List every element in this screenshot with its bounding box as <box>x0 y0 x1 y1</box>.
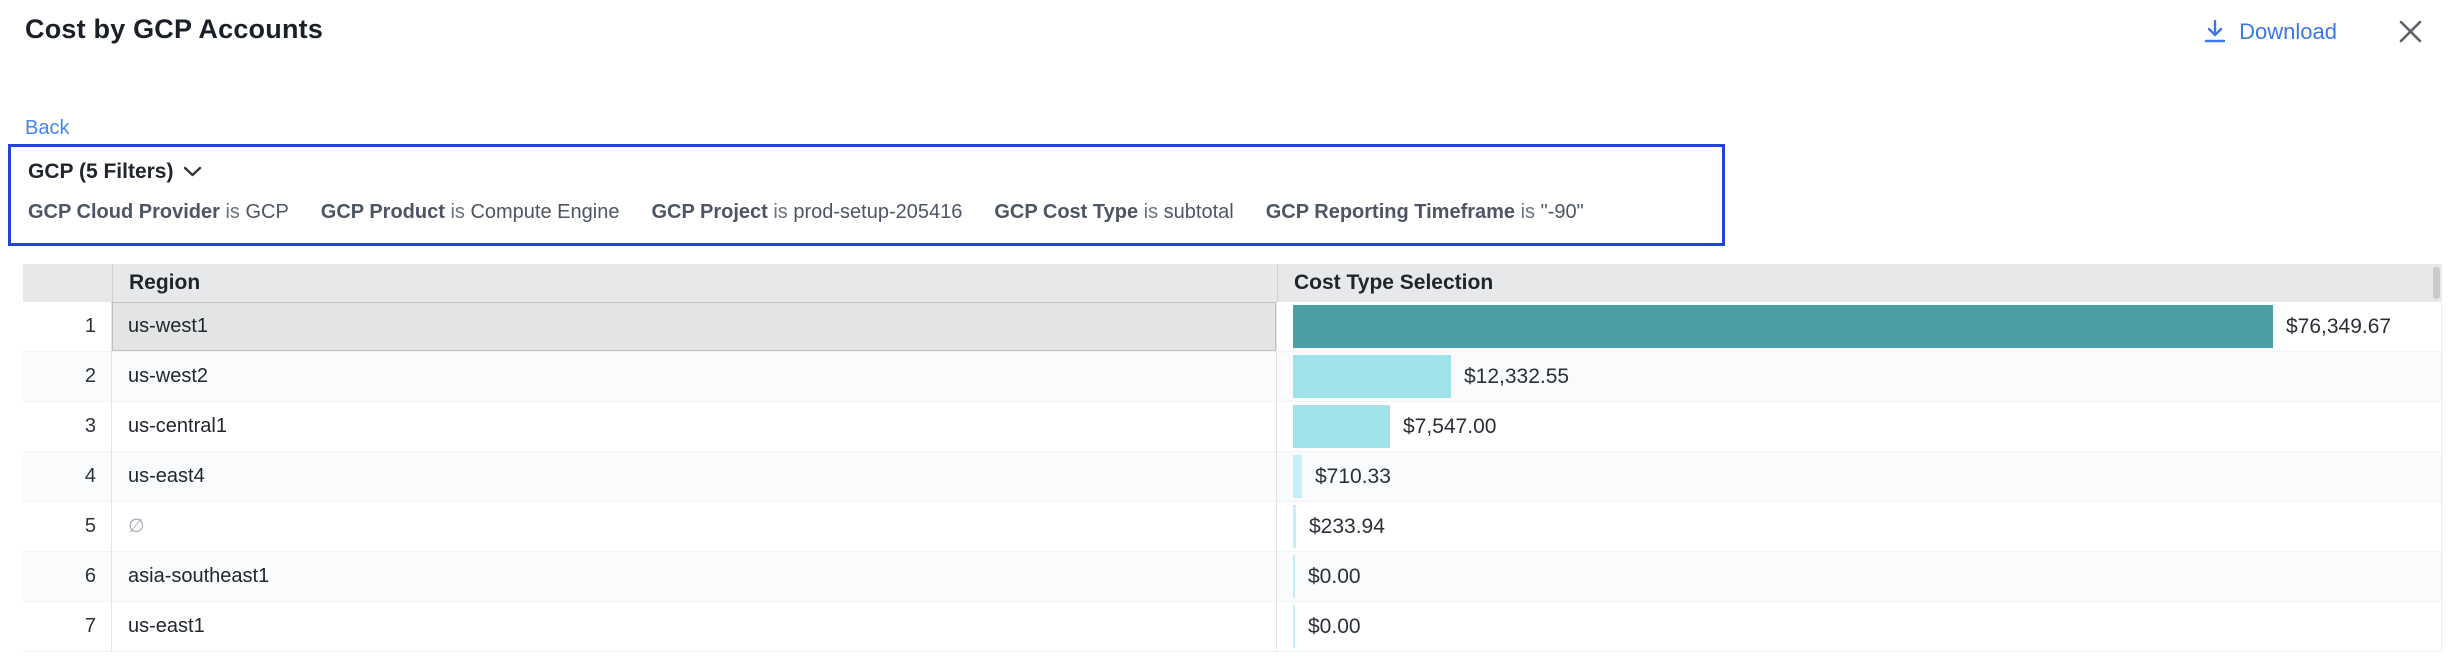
cost-bar-cell[interactable]: $0.00 <box>1277 552 2442 602</box>
page-title: Cost by GCP Accounts <box>25 14 2203 45</box>
row-number-cell[interactable]: 2 <box>23 352 112 402</box>
row-number-cell[interactable]: 5 <box>23 502 112 552</box>
table-row: 5 ∅ $233.94 <box>23 502 2442 552</box>
cost-value-label: $76,349.67 <box>2286 315 2391 339</box>
row-number-cell[interactable]: 1 <box>23 302 112 352</box>
region-cell[interactable]: us-east4 <box>112 452 1277 502</box>
filter-list: GCP Cloud Provider is GCP GCP Product is … <box>28 201 1722 224</box>
chevron-down-icon <box>183 166 202 178</box>
cost-table: Region Cost Type Selection 1 us-west1 $7… <box>23 264 2442 652</box>
filters-panel: GCP (5 Filters) GCP Cloud Provider is GC… <box>8 144 1725 246</box>
table-row: 7 us-east1 $0.00 <box>23 602 2442 652</box>
cost-bar <box>1293 405 1390 448</box>
filter-item[interactable]: GCP Project is prod-setup-205416 <box>651 201 962 224</box>
cost-bar <box>1293 505 1296 548</box>
download-icon <box>2203 19 2227 45</box>
table-right-edge <box>2441 264 2442 652</box>
close-button[interactable] <box>2395 16 2426 47</box>
cost-bar-cell[interactable]: $0.00 <box>1277 602 2442 652</box>
close-icon <box>2397 18 2424 45</box>
region-cell[interactable]: us-west2 <box>112 352 1277 402</box>
region-column-header[interactable]: Region <box>112 264 1277 302</box>
cost-bar <box>1293 605 1295 648</box>
cost-bar-cell[interactable]: $7,547.00 <box>1277 402 2442 452</box>
cost-bar <box>1293 355 1451 398</box>
table-row: 6 asia-southeast1 $0.00 <box>23 552 2442 602</box>
modal-header: Cost by GCP Accounts Download <box>0 0 2448 47</box>
table-row: 4 us-east4 $710.33 <box>23 452 2442 502</box>
filter-summary-label: GCP (5 Filters) <box>28 160 173 184</box>
cost-value-label: $0.00 <box>1308 615 1361 639</box>
filter-item[interactable]: GCP Product is Compute Engine <box>321 201 620 224</box>
row-number-cell[interactable]: 3 <box>23 402 112 452</box>
cost-bar <box>1293 455 1302 498</box>
table-row: 1 us-west1 $76,349.67 <box>23 302 2442 352</box>
cost-value-label: $7,547.00 <box>1403 415 1496 439</box>
region-cell[interactable]: us-central1 <box>112 402 1277 452</box>
cost-value-label: $12,332.55 <box>1464 365 1569 389</box>
region-cell[interactable]: us-east1 <box>112 602 1277 652</box>
table-row: 2 us-west2 $12,332.55 <box>23 352 2442 402</box>
region-cell[interactable]: ∅ <box>112 502 1277 552</box>
cost-value-label: $710.33 <box>1315 465 1391 489</box>
header-actions: Download <box>2203 14 2426 47</box>
filter-item[interactable]: GCP Reporting Timeframe is "-90" <box>1266 201 1584 224</box>
region-cell[interactable]: us-west1 <box>112 302 1277 352</box>
cost-column-header[interactable]: Cost Type Selection <box>1277 264 2442 302</box>
cost-bar <box>1293 555 1295 598</box>
cost-bar-cell[interactable]: $76,349.67 <box>1277 302 2442 352</box>
cost-value-label: $233.94 <box>1309 515 1385 539</box>
cost-bar-cell[interactable]: $710.33 <box>1277 452 2442 502</box>
scrollbar-thumb[interactable] <box>2433 267 2440 299</box>
filter-summary-toggle[interactable]: GCP (5 Filters) <box>28 160 202 184</box>
row-number-cell[interactable]: 7 <box>23 602 112 652</box>
filter-item[interactable]: GCP Cost Type is subtotal <box>994 201 1233 224</box>
cost-bar-cell[interactable]: $12,332.55 <box>1277 352 2442 402</box>
download-label: Download <box>2239 19 2337 45</box>
row-number-cell[interactable]: 4 <box>23 452 112 502</box>
download-button[interactable]: Download <box>2203 19 2337 45</box>
row-number-header <box>23 264 112 302</box>
cost-by-gcp-accounts-modal: Cost by GCP Accounts Download Back <box>0 0 2448 672</box>
row-number-cell[interactable]: 6 <box>23 552 112 602</box>
table-body: 1 us-west1 $76,349.67 2 us-west2 $12,332… <box>23 302 2442 652</box>
table-header-row: Region Cost Type Selection <box>23 264 2442 302</box>
cost-bar-cell[interactable]: $233.94 <box>1277 502 2442 552</box>
back-link[interactable]: Back <box>25 117 69 140</box>
cost-value-label: $0.00 <box>1308 565 1361 589</box>
cost-bar <box>1293 305 2273 348</box>
filter-item[interactable]: GCP Cloud Provider is GCP <box>28 201 289 224</box>
region-cell[interactable]: asia-southeast1 <box>112 552 1277 602</box>
table-row: 3 us-central1 $7,547.00 <box>23 402 2442 452</box>
